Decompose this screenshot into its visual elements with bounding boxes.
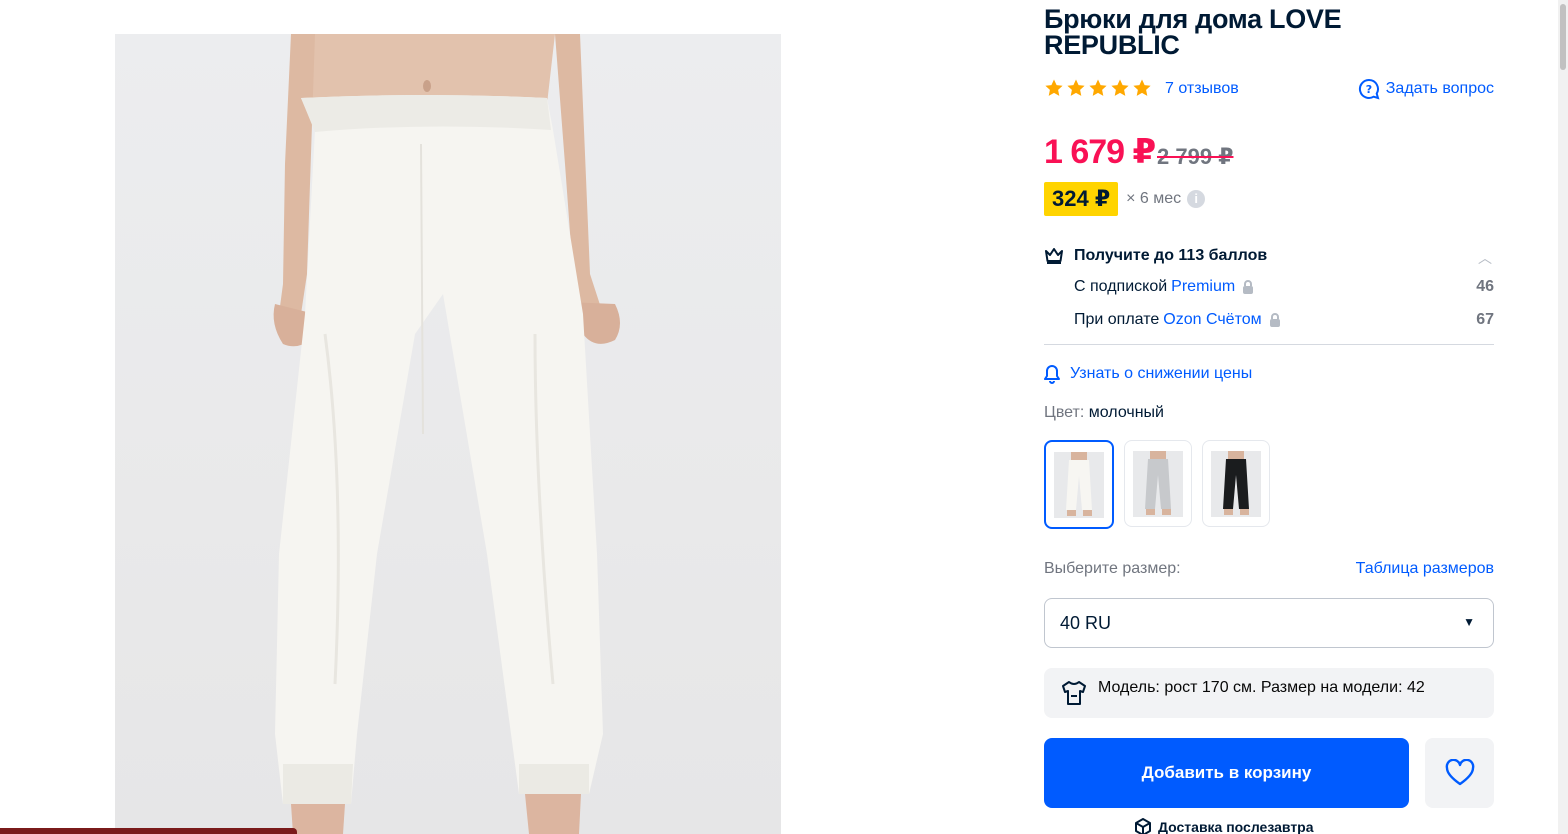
color-swatch-black[interactable] [1202, 440, 1270, 527]
size-select[interactable]: 40 RU ▼ [1044, 598, 1494, 648]
color-swatch-grey[interactable] [1124, 440, 1192, 527]
star-icon [1089, 79, 1107, 96]
bonus-line1-prefix: С подпиской [1074, 277, 1168, 295]
ozon-account-link[interactable]: Ozon Счётом [1163, 311, 1261, 329]
bonus-ozon-value: 67 [1476, 310, 1494, 328]
model-info-box: Модель: рост 170 см. Размер на модели: 4… [1044, 668, 1494, 718]
svg-text:?: ? [1366, 83, 1372, 96]
bonus-header[interactable]: Получите до 113 баллов ︿ [1044, 242, 1494, 270]
swatch-thumbnail [1133, 450, 1183, 517]
divider [1044, 344, 1494, 345]
rating-row: 7 отзывов ? Задать вопрос [1044, 78, 1494, 102]
star-icon [1111, 79, 1129, 96]
question-chat-icon: ? [1358, 78, 1380, 100]
heart-icon [1445, 759, 1474, 786]
lock-icon [1243, 279, 1254, 294]
premium-link[interactable]: Premium [1171, 278, 1235, 296]
model-info-text: Модель: рост 170 см. Размер на модели: 4… [1098, 679, 1425, 696]
box-icon [1135, 818, 1151, 834]
star-icon [1133, 79, 1151, 96]
size-label: Выберите размер: [1044, 560, 1181, 577]
favorite-button[interactable] [1425, 738, 1494, 808]
price-drop-alert-link[interactable]: Узнать о снижении цены [1044, 364, 1252, 384]
ask-question-link[interactable]: ? Задать вопрос [1358, 78, 1494, 100]
reviews-link[interactable]: 7 отзывов [1165, 80, 1239, 98]
size-table-link[interactable]: Таблица размеров [1356, 560, 1494, 578]
scrollbar-thumb[interactable] [1560, 4, 1566, 70]
product-page: Брюки для дома LOVE REPUBLIC 7 отзывов ?… [0, 0, 1568, 834]
rating-stars[interactable] [1044, 78, 1152, 98]
add-to-cart-button[interactable]: Добавить в корзину [1044, 738, 1409, 808]
installment-row[interactable]: 324 ₽ × 6 мес i [1044, 182, 1206, 216]
tshirt-icon [1062, 681, 1086, 705]
lock-icon [1269, 312, 1280, 327]
color-label: Цвет: молочный [1044, 404, 1164, 422]
product-main-image[interactable] [115, 34, 781, 834]
color-swatch-milk[interactable] [1044, 440, 1114, 529]
product-title: Брюки для дома LOVE REPUBLIC [1044, 4, 1342, 60]
product-photo-illustration [273, 34, 620, 834]
bonus-block: Получите до 113 баллов ︿ С подпиской Pre… [1044, 242, 1494, 345]
color-value: молочный [1088, 404, 1164, 421]
chevron-up-icon[interactable]: ︿ [1478, 248, 1492, 268]
swatch-thumbnail [1211, 450, 1261, 517]
price-current: 1 679 ₽ [1044, 133, 1156, 171]
delivery-label: Доставка послезавтра [1158, 819, 1314, 834]
bonus-line2-prefix: При оплате [1074, 310, 1160, 328]
size-selected-value: 40 RU [1060, 613, 1112, 633]
installment-term: × 6 мес [1126, 190, 1182, 207]
price-old: 2 799 ₽ [1157, 144, 1234, 169]
bonus-premium-line: С подпиской Premium 46 [1074, 270, 1494, 303]
color-swatches [1044, 440, 1270, 529]
color-label-prefix: Цвет: [1044, 404, 1085, 421]
info-icon[interactable]: i [1187, 190, 1206, 208]
swatch-thumbnail [1054, 451, 1104, 518]
crown-icon [1045, 248, 1063, 264]
price-alert-label: Узнать о снижении цены [1070, 365, 1253, 382]
delivery-info: Доставка послезавтра [1134, 818, 1314, 834]
bonus-premium-value: 46 [1476, 277, 1494, 295]
page-scrollbar[interactable] [1558, 0, 1568, 834]
bonus-ozon-account-line: При оплате Ozon Счётом 67 [1074, 303, 1494, 336]
bottom-banner-strip [0, 828, 297, 834]
ask-question-label: Задать вопрос [1385, 80, 1494, 97]
star-icon [1045, 79, 1063, 96]
dropdown-arrow-icon: ▼ [1463, 615, 1475, 629]
star-icon [1067, 79, 1085, 96]
bonus-title: Получите до 113 баллов [1074, 247, 1268, 264]
installment-amount: 324 ₽ [1044, 182, 1119, 216]
bell-icon [1044, 365, 1060, 384]
